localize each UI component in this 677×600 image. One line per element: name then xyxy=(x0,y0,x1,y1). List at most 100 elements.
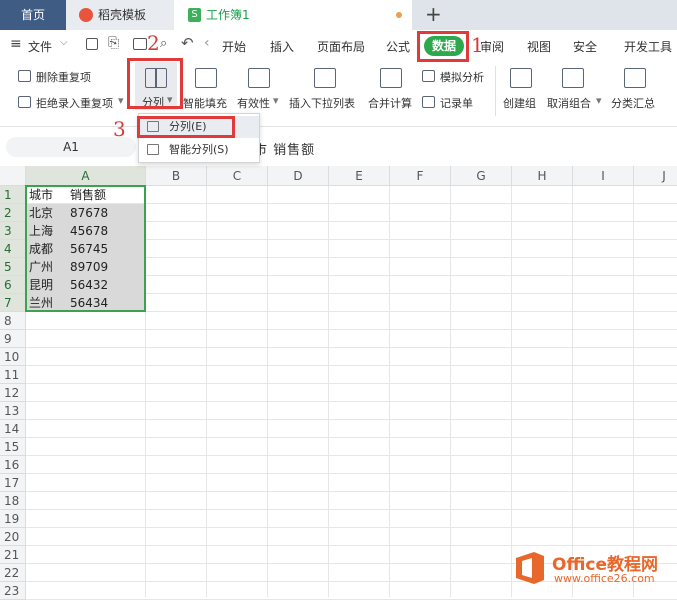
spreadsheet-icon: S xyxy=(188,8,201,22)
row-header[interactable]: 10 xyxy=(0,348,26,366)
menu-view[interactable]: 视图 xyxy=(527,38,551,55)
watermark-url: www.office26.com xyxy=(554,572,655,585)
row-header[interactable]: 9 xyxy=(0,330,26,348)
create-group-button[interactable]: 创建组 xyxy=(503,95,536,111)
column-header-i[interactable]: I xyxy=(573,166,634,186)
tab-home[interactable]: 首页 xyxy=(0,0,66,30)
row-header[interactable]: 23 xyxy=(0,582,26,600)
tab-bar: 首页 稻壳模板 S 工作簿1 + xyxy=(0,0,677,30)
cell-city: 城市 xyxy=(29,188,54,202)
column-header-j[interactable]: J xyxy=(634,166,677,186)
tab-workbook-label: 工作簿1 xyxy=(206,8,250,22)
annotation-box-data-tab xyxy=(417,31,469,62)
menu-security[interactable]: 安全 xyxy=(573,38,597,55)
row-header[interactable]: 14 xyxy=(0,420,26,438)
column-header-g[interactable]: G xyxy=(451,166,512,186)
row-header[interactable]: 20 xyxy=(0,528,26,546)
chevron-left-icon[interactable]: ‹ xyxy=(204,35,210,51)
menu-developer[interactable]: 开发工具 xyxy=(624,38,672,55)
tab-template[interactable]: 稻壳模板 xyxy=(66,0,174,30)
print-icon[interactable] xyxy=(133,38,147,50)
cell-sales: 销售额 xyxy=(70,188,107,202)
table-row[interactable]: 成都 56745 xyxy=(26,240,146,258)
row-header[interactable]: 21 xyxy=(0,546,26,564)
row-header[interactable]: 4 xyxy=(0,240,26,258)
table-row[interactable]: 城市 销售额 xyxy=(26,186,146,204)
smart-split-menu-item[interactable]: 智能分列(S) xyxy=(139,139,259,161)
reject-duplicates-button[interactable]: 拒绝录入重复项 xyxy=(36,95,113,111)
smart-fill-button[interactable]: 智能填充 xyxy=(183,95,227,111)
tab-workbook[interactable]: S 工作簿1 xyxy=(174,0,412,30)
create-group-icon xyxy=(510,68,532,88)
cell-city: 上海 xyxy=(29,224,54,238)
column-header-a[interactable]: A xyxy=(26,166,146,186)
row-header[interactable]: 8 xyxy=(0,312,26,330)
table-row[interactable]: 广州 89709 xyxy=(26,258,146,276)
smart-split-icon xyxy=(147,144,159,155)
cell-sales: 87678 xyxy=(70,206,109,220)
save-icon[interactable] xyxy=(86,38,98,50)
row-header[interactable]: 7 xyxy=(0,294,26,312)
menu-home[interactable]: 开始 xyxy=(222,38,246,55)
print-preview-icon[interactable]: ⌕ xyxy=(160,36,167,51)
chevron-down-icon[interactable]: ▾ xyxy=(118,94,124,107)
table-row[interactable]: 北京 87678 xyxy=(26,204,146,222)
row-header[interactable]: 5 xyxy=(0,258,26,276)
subtotal-button[interactable]: 分类汇总 xyxy=(611,95,655,111)
table-row[interactable]: 昆明 56432 xyxy=(26,276,146,294)
formula-bar: A1 城市 销售额 xyxy=(0,134,677,162)
cell-sales: 45678 xyxy=(70,224,109,238)
cell-city: 成都 xyxy=(29,242,54,256)
row-header[interactable]: 2 xyxy=(0,204,26,222)
column-header-b[interactable]: B xyxy=(146,166,207,186)
column-header-e[interactable]: E xyxy=(329,166,390,186)
table-row[interactable]: 兰州 56434 xyxy=(26,294,146,312)
cell-sales: 56434 xyxy=(70,296,109,310)
cell-sales: 56745 xyxy=(70,242,109,256)
row-header[interactable]: 1 xyxy=(0,186,26,204)
subtotal-icon xyxy=(624,68,646,88)
row-header[interactable]: 6 xyxy=(0,276,26,294)
remove-duplicates-button[interactable]: 删除重复项 xyxy=(36,69,91,85)
menu-formula[interactable]: 公式 xyxy=(386,38,410,55)
ungroup-button[interactable]: 取消组合 xyxy=(547,95,591,111)
column-header-d[interactable]: D xyxy=(268,166,329,186)
new-tab-button[interactable]: + xyxy=(425,3,442,25)
validity-button[interactable]: 有效性 xyxy=(237,95,270,111)
remove-duplicates-icon xyxy=(18,70,31,82)
row-header[interactable]: 13 xyxy=(0,402,26,420)
export-icon[interactable]: ⎘ xyxy=(108,35,119,51)
row-header[interactable]: 12 xyxy=(0,384,26,402)
row-header[interactable]: 16 xyxy=(0,456,26,474)
annotation-box-split-button xyxy=(127,58,183,109)
row-header[interactable]: 19 xyxy=(0,510,26,528)
table-row[interactable]: 上海 45678 xyxy=(26,222,146,240)
row-header[interactable]: 15 xyxy=(0,438,26,456)
select-all-corner[interactable] xyxy=(0,166,26,186)
menu-file[interactable]: 文件 xyxy=(28,38,52,55)
undo-icon[interactable]: ↶ xyxy=(181,34,194,52)
column-header-h[interactable]: H xyxy=(512,166,573,186)
column-header-f[interactable]: F xyxy=(390,166,451,186)
row-header[interactable]: 22 xyxy=(0,564,26,582)
chevron-down-icon[interactable]: ⌵ xyxy=(60,37,68,48)
spreadsheet-grid[interactable]: A B C D E F G H I J 1 2 3 4 5 6 7 8 9 10 11 12 13 14 15 16 17 18 19 2… xyxy=(0,166,677,600)
chevron-down-icon[interactable]: ▾ xyxy=(273,94,279,107)
menu-page-layout[interactable]: 页面布局 xyxy=(317,38,365,55)
record-form-button[interactable]: 记录单 xyxy=(440,95,473,111)
row-header[interactable]: 18 xyxy=(0,492,26,510)
insert-dropdown-list-button[interactable]: 插入下拉列表 xyxy=(289,95,355,111)
merge-calc-button[interactable]: 合并计算 xyxy=(368,95,412,111)
menu-insert[interactable]: 插入 xyxy=(270,38,294,55)
row-header[interactable]: 17 xyxy=(0,474,26,492)
cell-sales: 89709 xyxy=(70,260,109,274)
column-header-c[interactable]: C xyxy=(207,166,268,186)
chevron-down-icon[interactable]: ▾ xyxy=(596,94,602,107)
unsaved-dot-icon xyxy=(396,12,402,18)
row-header[interactable]: 11 xyxy=(0,366,26,384)
annotation-number-3: 3 xyxy=(113,117,126,141)
row-header[interactable]: 3 xyxy=(0,222,26,240)
hamburger-icon[interactable]: ≡ xyxy=(10,37,22,51)
cell-city: 兰州 xyxy=(29,296,54,310)
simulate-analysis-button[interactable]: 模拟分析 xyxy=(440,69,484,85)
